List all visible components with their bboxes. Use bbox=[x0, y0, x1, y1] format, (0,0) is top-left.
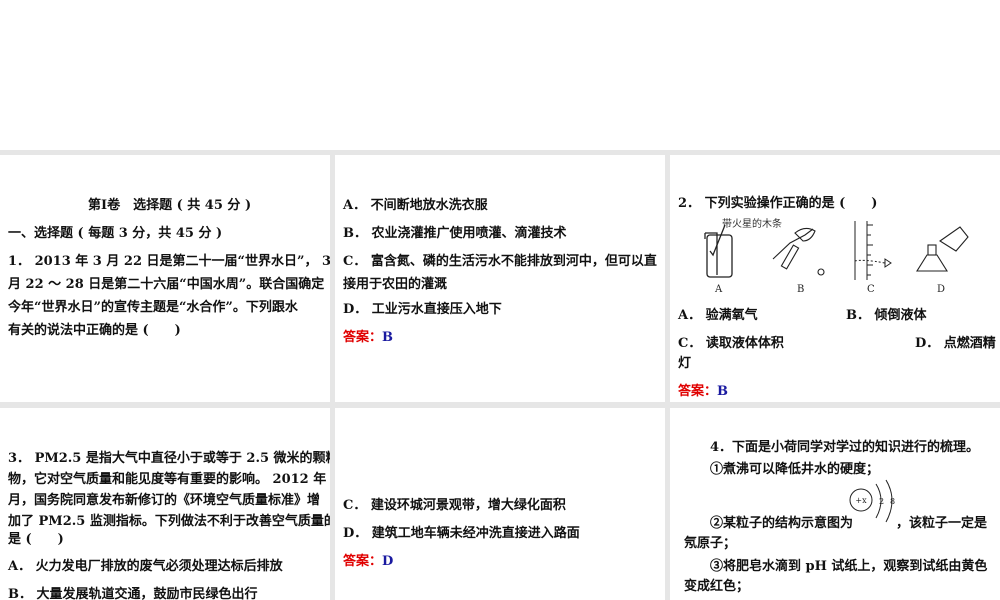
statement-2-cont: ，该粒子一定是 bbox=[896, 516, 988, 531]
statement-3-end: 变成红色； bbox=[684, 579, 750, 594]
question-line: 加了 PM2.5 监测指标。下列做法不利于改善空气质量的 bbox=[8, 514, 330, 529]
option-c: C． 建设环城河景观带，增大绿化面积 bbox=[343, 498, 566, 513]
shell-electrons-1: 2 bbox=[879, 497, 884, 506]
nucleus-charge: +x bbox=[855, 496, 867, 505]
option-b: B． 农业浇灌推广使用喷灌、滴灌技术 bbox=[343, 226, 567, 241]
section-title: 第Ⅰ卷 选择题 ( 共 45 分 ) bbox=[88, 198, 252, 213]
question-line: 是 ( ) bbox=[8, 532, 64, 547]
question-line: 3． PM2.5 是指大气中直径小于或等于 2.5 微米的颗粒 bbox=[8, 451, 330, 466]
statement-3: ③将肥皂水滴到 pH 试纸上，观察到试纸由黄色 bbox=[710, 559, 988, 574]
option-c-cont: 接用于农田的灌溉 bbox=[343, 277, 448, 292]
slide-panel-6[interactable]: 4．下面是小荷同学对学过的知识进行的梳理。 ①煮沸可以降低井水的硬度； +x 2… bbox=[670, 408, 1000, 600]
gas-bottle-icon bbox=[704, 224, 733, 278]
option-a: A． 验满氧气 bbox=[678, 308, 758, 323]
part-title: 一、选择题 ( 每题 3 分，共 45 分 ) bbox=[8, 226, 223, 241]
question-line: 物，它对空气质量和能见度等有重要的影响。 2012 年 2 bbox=[8, 472, 330, 487]
answer-label: 答案： bbox=[343, 330, 383, 345]
slide-panel-1[interactable]: 第Ⅰ卷 选择题 ( 共 45 分 ) 一、选择题 ( 每题 3 分，共 45 分… bbox=[0, 155, 330, 402]
answer-label: 答案： bbox=[678, 384, 718, 399]
answer-line: 答案：B bbox=[343, 326, 393, 345]
slide-panel-3[interactable]: 2． 下列实验操作正确的是 ( ) 带火星的木条 A B C D A． 验满氧气… bbox=[670, 155, 1000, 402]
figure-label-b: B bbox=[797, 284, 804, 295]
option-b: B． 大量发展轨道交通，鼓励市民绿色出行 bbox=[8, 587, 258, 600]
question-2: 2． 下列实验操作正确的是 ( ) bbox=[678, 196, 878, 211]
option-c: C． 读取液体体积 bbox=[678, 336, 784, 351]
figure-label-c: C bbox=[867, 284, 875, 295]
blank-top-area bbox=[0, 0, 1000, 150]
question-line: 月，国务院同意发布新修订的《环境空气质量标准》增 bbox=[8, 493, 321, 508]
answer-label: 答案： bbox=[343, 554, 383, 569]
statement-2: ②某粒子的结构示意图为 bbox=[710, 516, 854, 531]
question-line: 今年“世界水日”的宣传主题是“水合作”。下列跟水 bbox=[8, 300, 298, 315]
answer-line: 答案：B bbox=[678, 380, 728, 399]
pouring-liquid-icon bbox=[772, 227, 825, 276]
option-a: A． 火力发电厂排放的废气必须处理达标后排放 bbox=[8, 559, 283, 574]
figure-caption: 带火星的木条 bbox=[722, 217, 782, 230]
shell-electrons-2: 8 bbox=[890, 497, 895, 506]
answer-value: B bbox=[382, 330, 394, 345]
graduated-cylinder-icon bbox=[854, 221, 892, 280]
option-a: A． 不间断地放水洗衣服 bbox=[343, 198, 488, 213]
option-d: D． 建筑工地车辆未经冲洗直接进入路面 bbox=[343, 526, 580, 541]
option-d-cont: 灯 bbox=[678, 356, 692, 371]
question-4: 4．下面是小荷同学对学过的知识进行的梳理。 bbox=[710, 440, 980, 455]
slide-panel-2[interactable]: A． 不间断地放水洗衣服 B． 农业浇灌推广使用喷灌、滴灌技术 C． 富含氮、磷… bbox=[335, 155, 665, 402]
slide-panel-5[interactable]: C． 建设环城河景观带，增大绿化面积 D． 建筑工地车辆未经冲洗直接进入路面 答… bbox=[335, 408, 665, 600]
answer-value: B bbox=[717, 384, 729, 399]
figure-label-a: A bbox=[714, 284, 723, 295]
answer-line: 答案：D bbox=[343, 550, 393, 569]
question-line: 有关的说法中正确的是 ( ) bbox=[8, 323, 181, 338]
answer-value: D bbox=[382, 554, 394, 569]
statement-1: ①煮沸可以降低井水的硬度； bbox=[710, 462, 880, 477]
statement-2-end: 氖原子； bbox=[684, 536, 737, 551]
slide-panel-4[interactable]: 3． PM2.5 是指大气中直径小于或等于 2.5 微米的颗粒 物，它对空气质量… bbox=[0, 408, 330, 600]
question-line: 月 22 ～ 28 日是第二十六届“中国水周”。联合国确定 bbox=[8, 277, 325, 292]
option-b: B． 倾倒液体 bbox=[846, 308, 927, 323]
option-c: C． 富含氮、磷的生活污水不能排放到河中，但可以直 bbox=[343, 254, 657, 269]
option-d: D． 点燃酒精 bbox=[915, 336, 996, 351]
experiment-figure: 带火星的木条 A B C D bbox=[704, 217, 969, 295]
option-d: D． 工业污水直接压入地下 bbox=[343, 302, 502, 317]
question-line: 1． 2013 年 3 月 22 日是第二十一届“世界水日”， 3 bbox=[8, 254, 330, 269]
alcohol-lamp-icon bbox=[916, 226, 969, 272]
figure-label-d: D bbox=[937, 284, 945, 295]
